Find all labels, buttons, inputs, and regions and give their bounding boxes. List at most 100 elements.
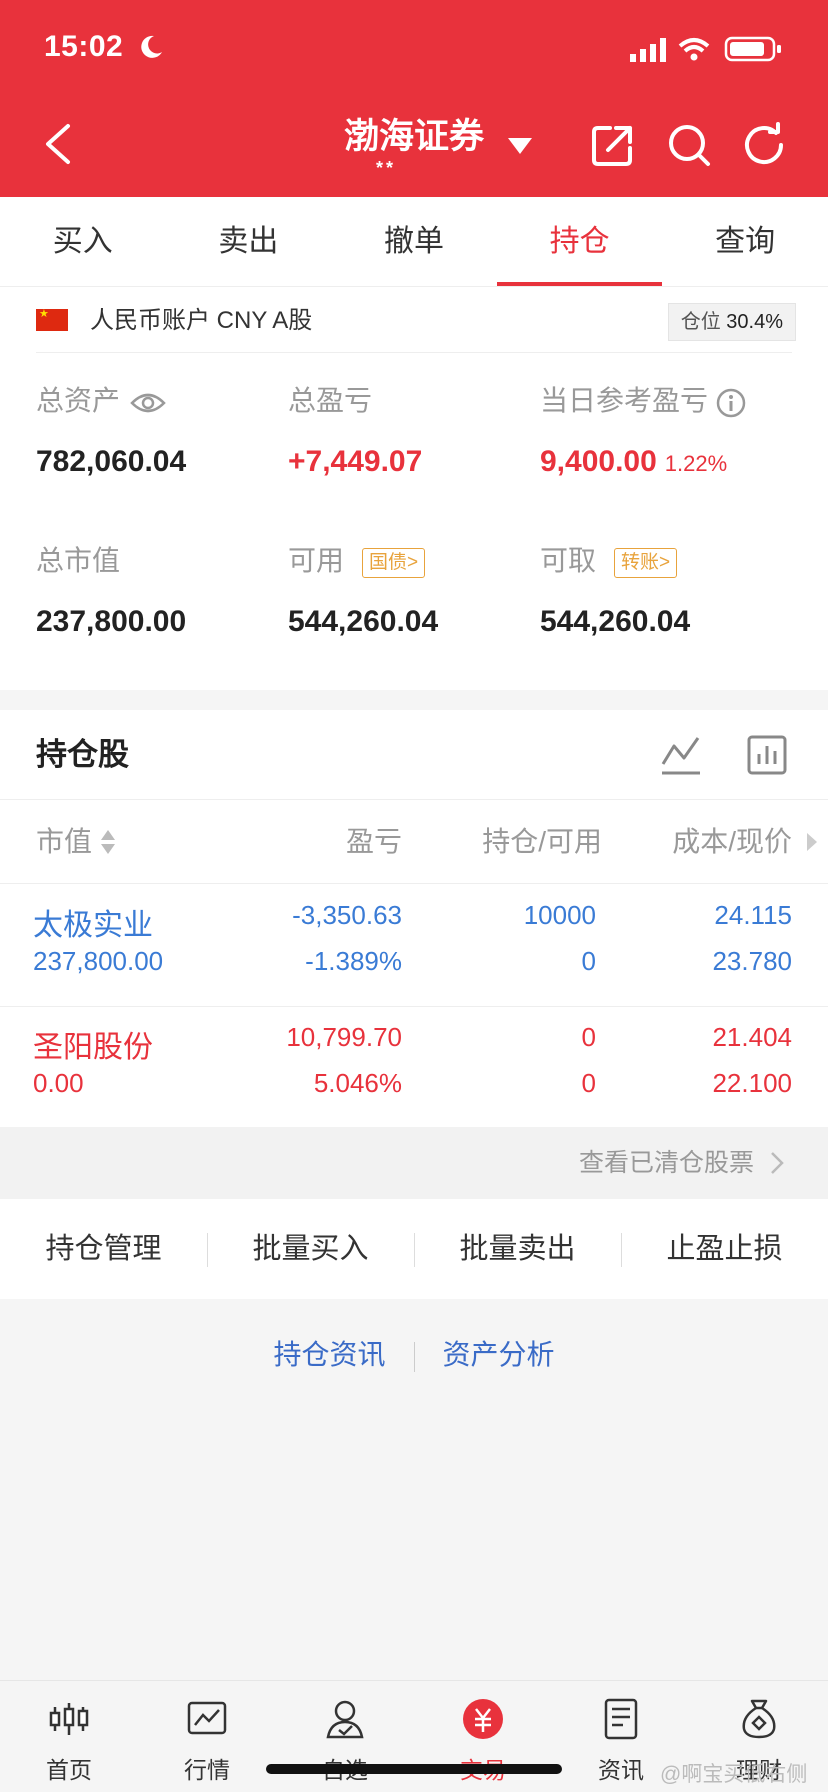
total-assets: 总资产 782,060.04 <box>36 381 286 479</box>
daily-pl-percent: 1.22% <box>664 451 728 476</box>
tab-cancel[interactable]: 撤单 <box>331 197 497 286</box>
tab-query[interactable]: 查询 <box>662 197 828 286</box>
yuan-icon <box>463 1699 503 1739</box>
share-icon[interactable] <box>590 122 636 168</box>
position-value: 30.4% <box>726 311 783 333</box>
app-header: 15:02 渤海证券 ** <box>0 0 828 197</box>
info-links: 持仓资讯 资产分析 <box>0 1330 828 1380</box>
daily-pl-label: 当日参考盈亏 <box>540 385 709 416</box>
stock-price: 23.780 <box>712 946 792 976</box>
stock-cost: 21.404 <box>712 1022 792 1052</box>
stock-available: 0 <box>581 946 596 976</box>
market-value-label: 总市值 <box>36 545 121 576</box>
col-market-value[interactable]: 市值 <box>36 800 92 884</box>
holdings-title: 持仓股 <box>36 737 129 772</box>
holdings-column-header: 市值 盈亏 持仓/可用 成本/现价 <box>0 800 828 884</box>
stock-pl-percent: 5.046% <box>313 1068 402 1098</box>
withdrawable-label: 可取 <box>540 545 597 576</box>
stock-available: 0 <box>581 1068 596 1098</box>
holding-news-link[interactable]: 持仓资讯 <box>273 1330 385 1380</box>
available-label: 可用 <box>288 545 345 576</box>
stock-market-value: 0.00 <box>33 1068 84 1098</box>
nav-home[interactable]: 首页 <box>0 1681 138 1792</box>
link-divider <box>413 1341 415 1372</box>
stock-qty: 0 <box>581 1022 596 1052</box>
account-row[interactable]: 人民币账户 CNY A股 仓位 30.4% <box>36 301 796 353</box>
holding-row[interactable]: 圣阳股份 0.00 10,799.70 5.046% 0 0 21.404 22… <box>0 1006 828 1128</box>
chart-icon <box>187 1701 227 1735</box>
holdings-section: 持仓股 市值 盈亏 持仓/可用 成本/现价 太极实业 237,800.00 -3… <box>0 710 828 1127</box>
available-value: 544,260.04 <box>288 605 439 638</box>
available-funds: 可用 国债> 544,260.04 <box>288 541 538 639</box>
account-summary: 人民币账户 CNY A股 仓位 30.4% 总资产 782,060.04 总盈亏… <box>0 287 828 690</box>
broker-title: 渤海证券 <box>343 117 484 156</box>
holding-row[interactable]: 太极实业 237,800.00 -3,350.63 -1.389% 10000 … <box>0 884 828 1006</box>
nav-home-label: 首页 <box>46 1757 92 1783</box>
total-pl-value: +7,449.07 <box>288 445 423 478</box>
stock-qty: 10000 <box>523 900 596 930</box>
stock-name: 圣阳股份 <box>33 1031 153 1064</box>
transfer-tag[interactable]: 转账> <box>614 547 678 578</box>
nav-watchlist[interactable]: 自选 <box>276 1681 414 1792</box>
total-pl-label: 总盈亏 <box>288 385 373 416</box>
nav-market-label: 行情 <box>184 1757 230 1783</box>
nav-bar: 渤海证券 ** <box>0 100 828 190</box>
chevron-right-icon <box>771 1152 784 1174</box>
holdings-header: 持仓股 <box>0 710 828 800</box>
sort-icon[interactable] <box>100 828 116 856</box>
status-bar: 15:02 <box>44 30 788 70</box>
total-assets-label: 总资产 <box>36 385 121 416</box>
nav-trade[interactable]: 交易 <box>414 1681 552 1792</box>
daily-pl-value: 9,400.00 <box>540 445 657 478</box>
daily-pl: 当日参考盈亏 9,400.00 1.22% <box>540 381 790 479</box>
tab-buy[interactable]: 买入 <box>0 197 166 286</box>
bar-chart-icon[interactable] <box>746 734 788 776</box>
status-indicators-icon <box>630 36 781 62</box>
col-qty: 持仓/可用 <box>482 826 602 857</box>
cleared-stocks-link[interactable]: 查看已清仓股票 <box>0 1127 828 1199</box>
search-icon[interactable] <box>666 122 712 168</box>
account-mask: ** <box>375 158 396 178</box>
status-time: 15:02 <box>44 30 124 63</box>
line-chart-icon[interactable] <box>660 734 702 776</box>
total-assets-value: 782,060.04 <box>36 445 187 478</box>
stock-cost: 24.115 <box>714 900 792 930</box>
nav-market[interactable]: 行情 <box>138 1681 276 1792</box>
info-icon[interactable] <box>716 388 746 418</box>
home-indicator[interactable] <box>266 1764 562 1774</box>
tab-sell[interactable]: 卖出 <box>166 197 332 286</box>
stock-name: 太极实业 <box>33 909 153 942</box>
market-value-value: 237,800.00 <box>36 605 187 638</box>
refresh-icon[interactable] <box>742 122 788 168</box>
stop-profit-loss-button[interactable]: 止盈止损 <box>621 1199 828 1299</box>
treasury-bond-tag[interactable]: 国债> <box>362 547 426 578</box>
col-price: 成本/现价 <box>672 826 792 857</box>
user-check-icon <box>326 1700 364 1739</box>
total-pl: 总盈亏 +7,449.07 <box>288 381 538 479</box>
document-icon <box>604 1698 638 1740</box>
holding-actions: 持仓管理 批量买入 批量卖出 止盈止损 <box>0 1199 828 1299</box>
stock-pl: 10,799.70 <box>286 1022 402 1052</box>
batch-buy-button[interactable]: 批量买入 <box>207 1199 414 1299</box>
chevron-right-icon[interactable] <box>806 832 818 852</box>
cleared-stocks-label: 查看已清仓股票 <box>578 1149 754 1177</box>
caret-down-icon[interactable] <box>506 136 534 156</box>
trade-tabs: 买入 卖出 撤单 持仓 查询 <box>0 197 828 287</box>
money-bag-icon <box>742 1699 776 1739</box>
position-label: 仓位 <box>680 311 721 333</box>
tab-holdings[interactable]: 持仓 <box>496 197 663 286</box>
col-pl: 盈亏 <box>345 826 402 857</box>
holding-management-button[interactable]: 持仓管理 <box>0 1199 207 1299</box>
stock-pl-percent: -1.389% <box>305 946 402 976</box>
batch-sell-button[interactable]: 批量卖出 <box>414 1199 621 1299</box>
china-flag-icon <box>36 307 68 331</box>
stock-pl: -3,350.63 <box>292 900 402 930</box>
position-ratio-badge: 仓位 30.4% <box>667 303 796 341</box>
eye-icon[interactable] <box>130 391 166 415</box>
stock-market-value: 237,800.00 <box>33 946 164 976</box>
moon-icon <box>141 35 162 58</box>
withdrawable-value: 544,260.04 <box>540 605 691 638</box>
asset-analysis-link[interactable]: 资产分析 <box>443 1330 555 1380</box>
candlestick-icon <box>49 1703 89 1735</box>
withdrawable-funds: 可取 转账> 544,260.04 <box>540 541 790 639</box>
